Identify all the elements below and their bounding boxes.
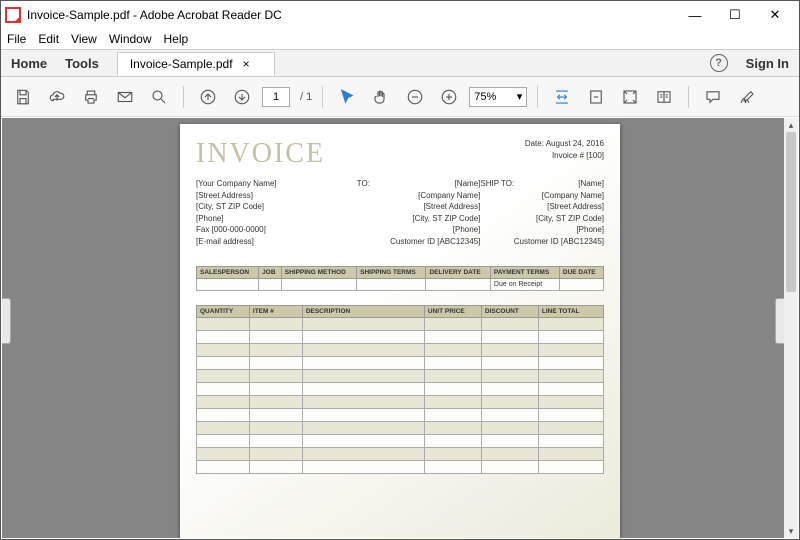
tab-label: Invoice-Sample.pdf [130, 57, 233, 71]
fit-page-icon[interactable] [582, 83, 610, 111]
tab-close-icon[interactable]: × [243, 57, 250, 71]
scroll-down-icon[interactable]: ▾ [784, 524, 798, 538]
comment-icon[interactable] [699, 83, 727, 111]
to-address: TO: [Name] [Company Name] [Street Addres… [357, 178, 481, 248]
zoom-in-icon[interactable] [435, 83, 463, 111]
zoom-out-icon[interactable] [401, 83, 429, 111]
fit-width-icon[interactable] [548, 83, 576, 111]
menu-help[interactable]: Help [164, 32, 189, 46]
scroll-up-icon[interactable]: ▴ [784, 118, 798, 132]
left-panel-handle[interactable] [2, 298, 11, 344]
page-total: / 1 [300, 91, 312, 103]
zoom-select[interactable]: 75%▾ [469, 87, 527, 107]
nav-home[interactable]: Home [11, 56, 47, 71]
document-tab[interactable]: Invoice-Sample.pdf × [117, 52, 275, 76]
scroll-thumb[interactable] [786, 132, 796, 292]
menu-view[interactable]: View [71, 32, 97, 46]
maximize-button[interactable]: ☐ [715, 1, 755, 29]
from-address: [Your Company Name] [Street Address] [Ci… [196, 178, 357, 248]
scrollbar[interactable]: ▴ ▾ [784, 118, 798, 538]
nav-tools[interactable]: Tools [65, 56, 99, 71]
pdf-page: INVOICE Date: August 24, 2016 Invoice # … [180, 124, 620, 538]
minimize-button[interactable]: — [675, 1, 715, 29]
title-bar: Invoice-Sample.pdf - Adobe Acrobat Reade… [1, 1, 799, 29]
toolbar: / 1 75%▾ [1, 77, 799, 117]
shipto-address: SHIP TO: [Name] [Company Name] [Street A… [480, 178, 604, 248]
menu-file[interactable]: File [7, 32, 26, 46]
select-tool-icon[interactable] [333, 83, 361, 111]
menu-edit[interactable]: Edit [38, 32, 59, 46]
invoice-title: INVOICE [196, 138, 325, 170]
chevron-down-icon: ▾ [517, 90, 523, 103]
page-up-icon[interactable] [194, 83, 222, 111]
sign-icon[interactable] [733, 83, 761, 111]
sign-in-button[interactable]: Sign In [746, 56, 789, 71]
menu-bar: File Edit View Window Help [1, 29, 799, 49]
right-panel-handle[interactable] [775, 298, 784, 344]
page-down-icon[interactable] [228, 83, 256, 111]
page-number-input[interactable] [262, 87, 290, 107]
invoice-meta: Date: August 24, 2016 Invoice # [100] [525, 138, 604, 162]
fullscreen-icon[interactable] [616, 83, 644, 111]
app-bar: Home Tools Invoice-Sample.pdf × ? Sign I… [1, 49, 799, 77]
save-icon[interactable] [9, 83, 37, 111]
read-mode-icon[interactable] [650, 83, 678, 111]
document-viewer: ▴ ▾ INVOICE Date: August 24, 2016 Invoic… [2, 118, 798, 538]
window-title: Invoice-Sample.pdf - Adobe Acrobat Reade… [27, 8, 675, 22]
menu-window[interactable]: Window [109, 32, 152, 46]
search-icon[interactable] [145, 83, 173, 111]
terms-table: Salesperson Job Shipping Method Shipping… [196, 266, 604, 291]
hand-tool-icon[interactable] [367, 83, 395, 111]
cloud-icon[interactable] [43, 83, 71, 111]
help-icon[interactable]: ? [710, 54, 728, 72]
print-icon[interactable] [77, 83, 105, 111]
mail-icon[interactable] [111, 83, 139, 111]
line-items-table: Quantity Item # Description Unit Price D… [196, 305, 604, 474]
app-icon [5, 7, 21, 23]
close-button[interactable]: ✕ [755, 1, 795, 29]
